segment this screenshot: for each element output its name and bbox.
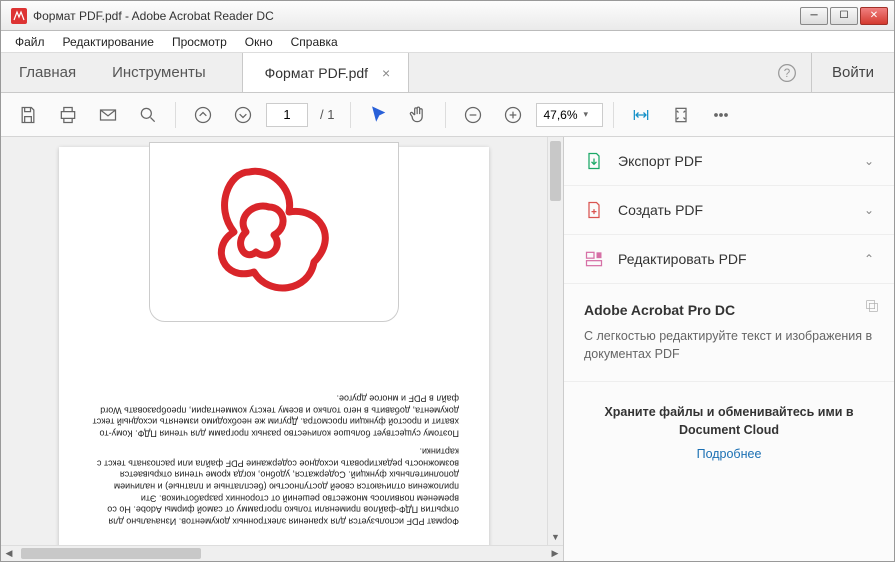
vertical-scrollbar[interactable]: ▲ ▼ (547, 137, 563, 545)
maximize-button[interactable]: ☐ (830, 7, 858, 25)
menu-view[interactable]: Просмотр (164, 33, 235, 51)
print-button[interactable] (51, 98, 85, 132)
cursor-icon (368, 105, 388, 125)
copy-icon (864, 298, 880, 314)
promo-section: Adobe Acrobat Pro DC С легкостью редакти… (564, 284, 894, 382)
print-icon (58, 105, 78, 125)
page-down-button[interactable] (226, 98, 260, 132)
tab-tools[interactable]: Инструменты (94, 53, 224, 92)
search-icon (138, 105, 158, 125)
titlebar: Формат PDF.pdf - Adobe Acrobat Reader DC… (1, 1, 894, 31)
menu-file[interactable]: Файл (7, 33, 53, 51)
tab-document[interactable]: Формат PDF.pdf × (242, 53, 410, 92)
vertical-scroll-thumb[interactable] (550, 141, 561, 201)
plus-icon (503, 105, 523, 125)
zoom-select[interactable]: 47,6% (536, 103, 603, 127)
save-button[interactable] (11, 98, 45, 132)
horizontal-scrollbar[interactable]: ◀ ▶ (1, 545, 563, 561)
document-viewport[interactable]: Формат PDF используется для хранения эле… (1, 137, 547, 545)
arrow-down-icon (233, 105, 253, 125)
cloud-text: Храните файлы и обменивайтесь ими в Docu… (588, 404, 870, 439)
email-button[interactable] (91, 98, 125, 132)
menu-edit[interactable]: Редактирование (55, 33, 162, 51)
sidepanel-create-pdf[interactable]: Создать PDF ⌄ (564, 186, 894, 235)
scroll-left-arrow[interactable]: ◀ (1, 548, 17, 559)
adobe-pdf-icon (194, 157, 354, 307)
toolbar: / 1 47,6% (1, 93, 894, 137)
pdf-page: Формат PDF используется для хранения эле… (59, 147, 489, 545)
scroll-down-arrow[interactable]: ▼ (548, 529, 563, 545)
menu-help[interactable]: Справка (283, 33, 346, 51)
save-icon (18, 105, 38, 125)
arrow-up-icon (193, 105, 213, 125)
fit-page-button[interactable] (664, 98, 698, 132)
hand-icon (408, 105, 428, 125)
email-icon (98, 105, 118, 125)
app-icon (11, 8, 27, 24)
tab-home[interactable]: Главная (1, 53, 94, 92)
fit-page-icon (671, 105, 691, 125)
pdf-text-content: Формат PDF используется для хранения эле… (89, 386, 459, 527)
create-icon (584, 200, 604, 220)
chevron-down-icon: ⌄ (864, 154, 874, 168)
close-button[interactable]: ✕ (860, 7, 888, 25)
window-title: Формат PDF.pdf - Adobe Acrobat Reader DC (33, 9, 800, 23)
more-icon (711, 105, 731, 125)
chevron-down-icon: ⌄ (864, 203, 874, 217)
svg-text:?: ? (784, 67, 791, 80)
menu-window[interactable]: Окно (237, 33, 281, 51)
hand-tool-button[interactable] (401, 98, 435, 132)
sidepanel-export-pdf[interactable]: Экспорт PDF ⌄ (564, 137, 894, 186)
promo-text: С легкостью редактируйте текст и изображ… (584, 328, 874, 363)
zoom-out-button[interactable] (456, 98, 490, 132)
cloud-learn-more-link[interactable]: Подробнее (697, 447, 762, 461)
help-icon: ? (777, 63, 797, 83)
pdf-logo-box (149, 142, 399, 322)
promo-title: Adobe Acrobat Pro DC (584, 302, 874, 318)
export-icon (584, 151, 604, 171)
search-button[interactable] (131, 98, 165, 132)
chevron-up-icon: ⌃ (864, 252, 874, 266)
fit-width-button[interactable] (624, 98, 658, 132)
tab-document-label: Формат PDF.pdf (265, 65, 368, 81)
scroll-right-arrow[interactable]: ▶ (547, 548, 563, 559)
horizontal-scroll-thumb[interactable] (21, 548, 201, 559)
page-total-label: / 1 (320, 107, 334, 122)
zoom-value: 47,6% (543, 108, 577, 122)
create-label: Создать PDF (618, 202, 864, 218)
minus-icon (463, 105, 483, 125)
page-up-button[interactable] (186, 98, 220, 132)
edit-label: Редактировать PDF (618, 251, 864, 267)
tab-close-icon[interactable]: × (382, 65, 390, 81)
export-label: Экспорт PDF (618, 153, 864, 169)
cloud-section: Храните файлы и обменивайтесь ими в Docu… (564, 382, 894, 485)
more-tools-button[interactable] (704, 98, 738, 132)
fit-width-icon (631, 105, 651, 125)
document-area: Формат PDF используется для хранения эле… (1, 137, 564, 561)
edit-icon (584, 249, 604, 269)
page-number-input[interactable] (266, 103, 308, 127)
menubar: Файл Редактирование Просмотр Окно Справк… (1, 31, 894, 53)
sidepanel-edit-pdf[interactable]: Редактировать PDF ⌃ (564, 235, 894, 284)
zoom-in-button[interactable] (496, 98, 530, 132)
login-button[interactable]: Войти (811, 53, 894, 92)
selection-tool-button[interactable] (361, 98, 395, 132)
help-button[interactable]: ? (763, 53, 811, 92)
tools-sidepanel: Экспорт PDF ⌄ Создать PDF ⌄ Редактироват… (564, 137, 894, 561)
minimize-button[interactable]: ─ (800, 7, 828, 25)
tabbar: Главная Инструменты Формат PDF.pdf × ? В… (1, 53, 894, 93)
